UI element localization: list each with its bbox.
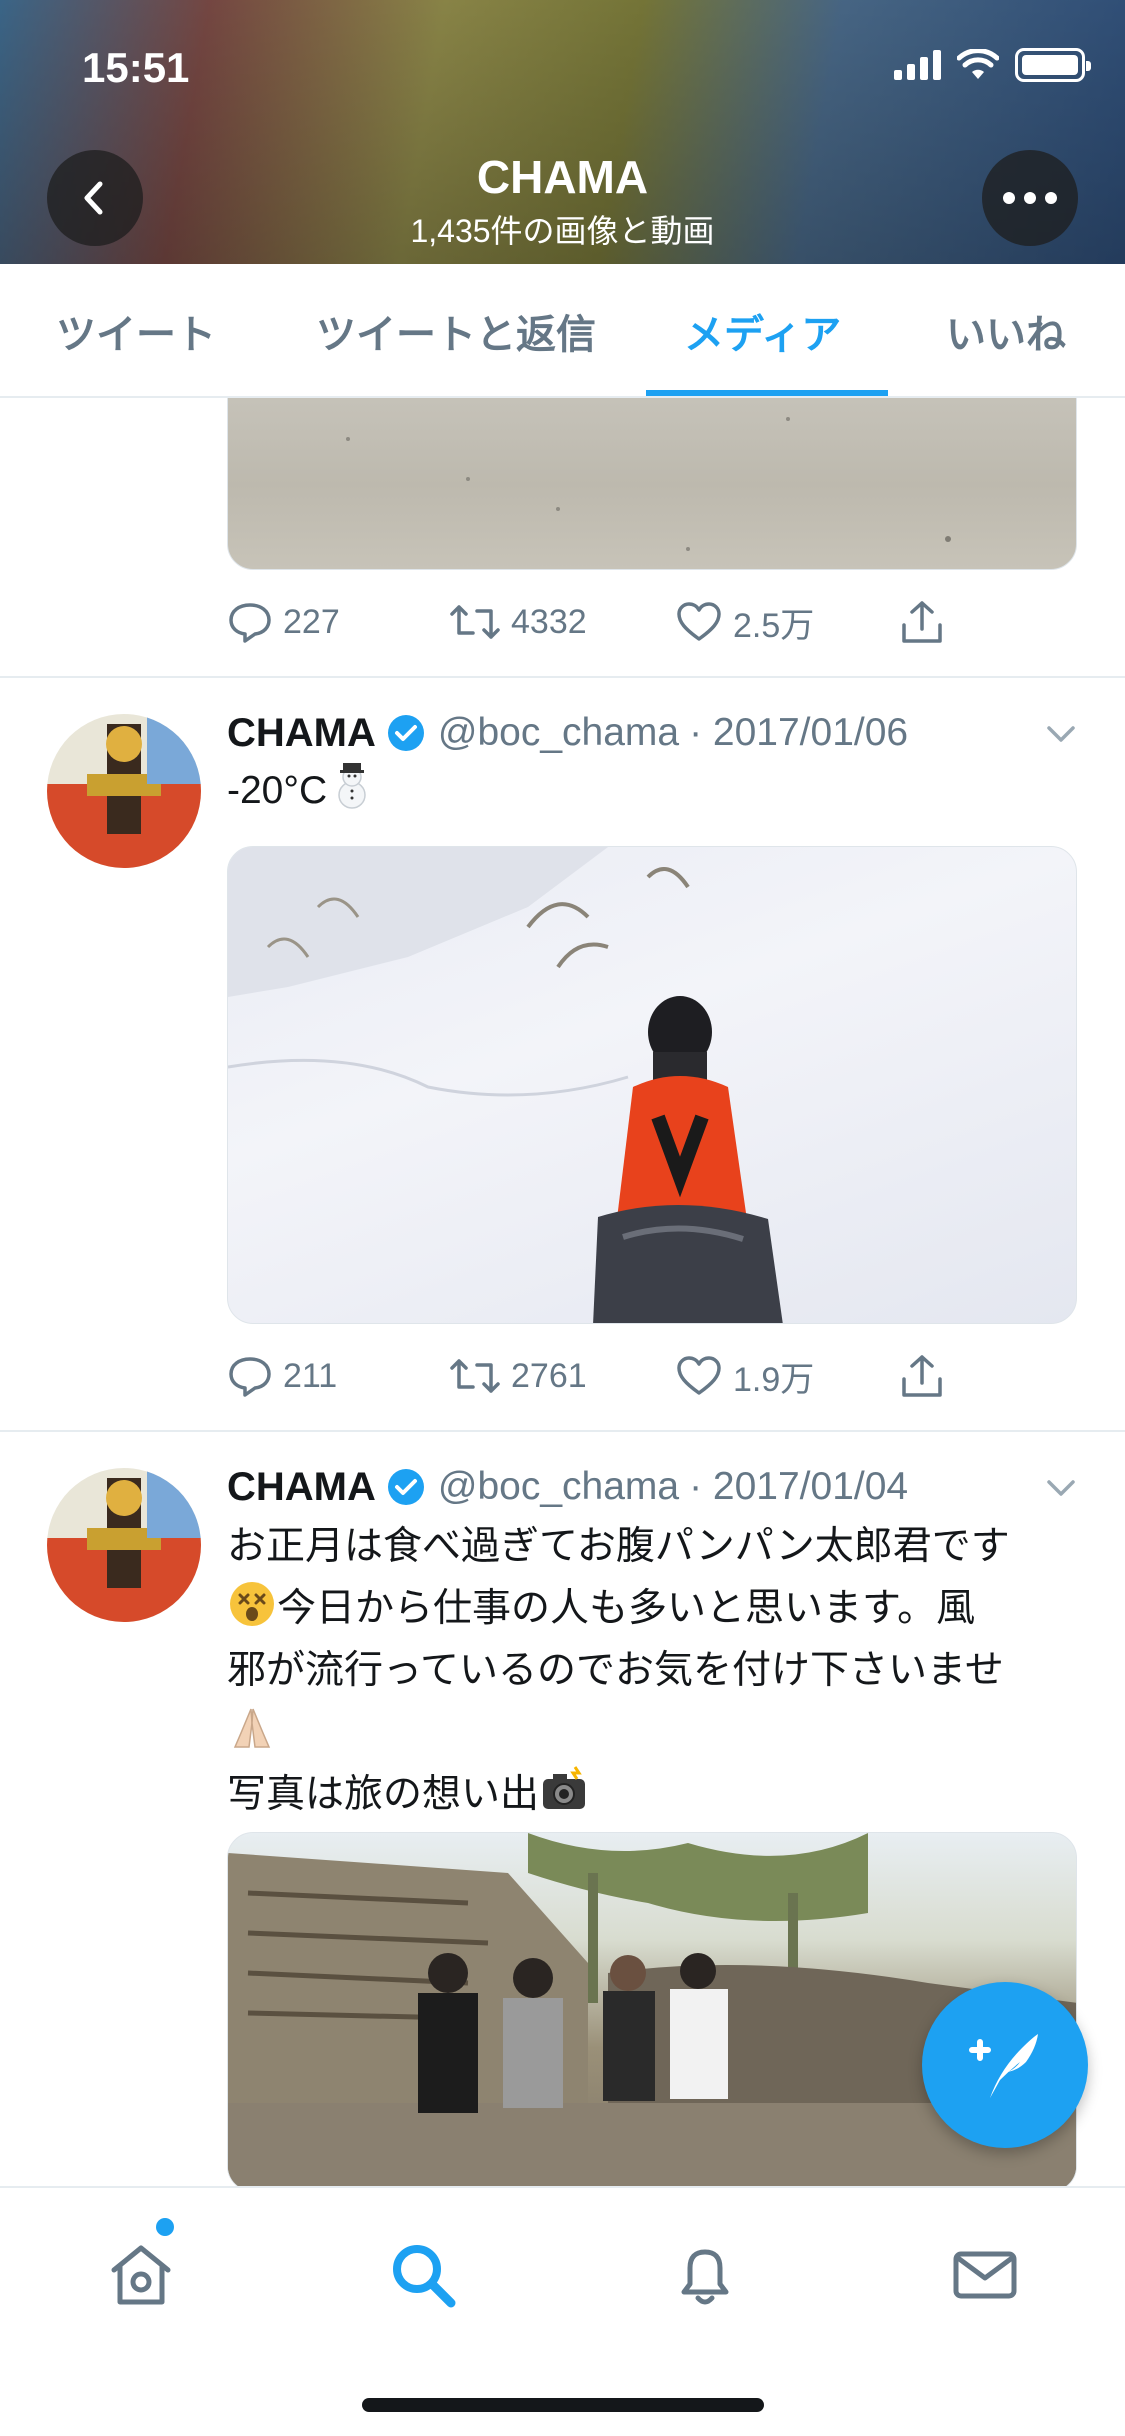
tweet-divider	[0, 676, 1125, 678]
tweet-date: · 2017/01/04	[689, 1465, 909, 1508]
verified-badge-icon	[387, 715, 424, 751]
reply-count: 227	[283, 602, 340, 641]
compose-tweet-button[interactable]	[922, 1982, 1088, 2148]
profile-name-title: CHAMA	[476, 151, 649, 203]
status-time: 15:51	[82, 44, 190, 91]
retweet-icon	[450, 605, 500, 639]
wifi-icon	[957, 49, 999, 79]
home-icon	[111, 2245, 171, 2305]
author-handle[interactable]: @boc_chama	[438, 711, 679, 755]
notification-dot	[156, 2218, 174, 2236]
tweet-text: -20°C	[227, 760, 1087, 822]
tweet-text-body: -20°C	[227, 769, 328, 812]
tweet-media-image[interactable]	[227, 846, 1077, 1324]
status-icons	[894, 48, 1091, 82]
nav-explore[interactable]	[378, 2230, 468, 2320]
tweet-actions: 227 4332 2.5万	[227, 594, 1077, 650]
tweet-date: · 2017/01/06	[689, 711, 909, 754]
folded-hands-emoji-icon	[233, 1708, 271, 1748]
media-feed[interactable]: 227 4332 2.5万 CHAMA @boc_chama · 2017/01…	[0, 398, 1125, 2186]
retweet-button[interactable]: 4332	[449, 594, 587, 650]
share-button[interactable]	[899, 1348, 945, 1404]
chevron-down-icon[interactable]	[1041, 1468, 1081, 1508]
gravel-photo	[346, 417, 951, 551]
reply-button[interactable]: 211	[227, 1348, 337, 1404]
more-options-button[interactable]	[982, 150, 1078, 246]
profile-header: 15:51 CHAMA 1,435件の画像と動画	[0, 0, 1125, 264]
snow-photo	[228, 847, 783, 1323]
reply-button[interactable]: 227	[227, 594, 340, 650]
retweet-count: 2761	[511, 1356, 587, 1395]
author-name[interactable]: CHAMA	[227, 1465, 376, 1510]
active-tab-indicator	[646, 390, 888, 396]
tweet-divider	[0, 1430, 1125, 1432]
tweet-actions: 211 2761 1.9万	[227, 1348, 1077, 1404]
tweet-text: お正月は食べ過ぎてお腹パンパン太郎君です 今日から仕事の人も多いと思います。風 …	[227, 1516, 1087, 1826]
search-icon	[393, 2245, 456, 2308]
heart-icon	[677, 1356, 721, 1395]
more-dots-icon	[1003, 192, 1057, 204]
camera-with-flash-emoji-icon	[543, 1766, 586, 1809]
tab-tweets-and-replies[interactable]: ツイートと返信	[316, 264, 596, 398]
mail-icon	[953, 2251, 1017, 2299]
cellular-signal-icon	[894, 50, 941, 80]
profile-tabs: ツイート ツイートと返信 メディア いいね	[0, 264, 1125, 398]
avatar[interactable]	[47, 1468, 201, 1622]
verified-badge-icon	[387, 1469, 424, 1505]
reply-count: 211	[283, 1356, 338, 1395]
tweet-media-image[interactable]	[227, 398, 1077, 570]
snowman-emoji-icon	[338, 763, 366, 809]
chevron-down-icon[interactable]	[1041, 714, 1081, 754]
tweet-text-line: 写真は旅の想い出	[227, 1764, 1087, 1826]
like-count: 2.5万	[733, 606, 815, 645]
tab-media[interactable]: メディア	[684, 264, 841, 398]
compose-feather-icon	[969, 2034, 1038, 2098]
nav-notifications[interactable]	[660, 2230, 750, 2320]
tweet-text-line	[227, 1702, 1087, 1764]
share-icon	[902, 1355, 942, 1397]
media-count-subtitle: 1,435件の画像と動画	[410, 213, 715, 249]
avatar[interactable]	[47, 714, 201, 868]
tab-tweets[interactable]: ツイート	[56, 264, 216, 398]
home-indicator	[362, 2398, 764, 2412]
tab-likes[interactable]: いいね	[946, 264, 1066, 398]
like-button[interactable]: 1.9万	[675, 1348, 814, 1404]
nav-messages[interactable]	[940, 2230, 1030, 2320]
tweet-text-line5: 写真は旅の想い出	[227, 1773, 540, 1816]
share-icon	[902, 601, 942, 643]
reply-icon	[229, 1357, 271, 1397]
like-count: 1.9万	[733, 1360, 815, 1399]
author-name[interactable]: CHAMA	[227, 711, 376, 756]
author-handle[interactable]: @boc_chama	[438, 1465, 679, 1509]
retweet-button[interactable]: 2761	[449, 1348, 587, 1404]
tweet-text-line2: 今日から仕事の人も多いと思います。風	[277, 1587, 976, 1630]
share-button[interactable]	[899, 594, 945, 650]
dizzy-face-emoji-icon	[230, 1582, 274, 1626]
bell-icon	[681, 2249, 729, 2305]
tweet-text-line: 邪が流行っているのでお気を付け下さいませ	[227, 1649, 1004, 1692]
heart-icon	[677, 602, 721, 641]
like-button[interactable]: 2.5万	[675, 594, 814, 650]
tweet-text-line: お正月は食べ過ぎてお腹パンパン太郎君です	[227, 1525, 1010, 1568]
tweet-header: CHAMA @boc_chama · 2017/01/06	[227, 708, 908, 758]
retweet-count: 4332	[511, 602, 587, 641]
tweet-header: CHAMA @boc_chama · 2017/01/04	[227, 1462, 908, 1512]
battery-icon	[1015, 48, 1091, 82]
retweet-icon	[450, 1359, 500, 1393]
tweet-text-line: 今日から仕事の人も多いと思います。風	[227, 1578, 1087, 1640]
reply-icon	[229, 603, 271, 643]
nav-home[interactable]	[96, 2230, 186, 2320]
